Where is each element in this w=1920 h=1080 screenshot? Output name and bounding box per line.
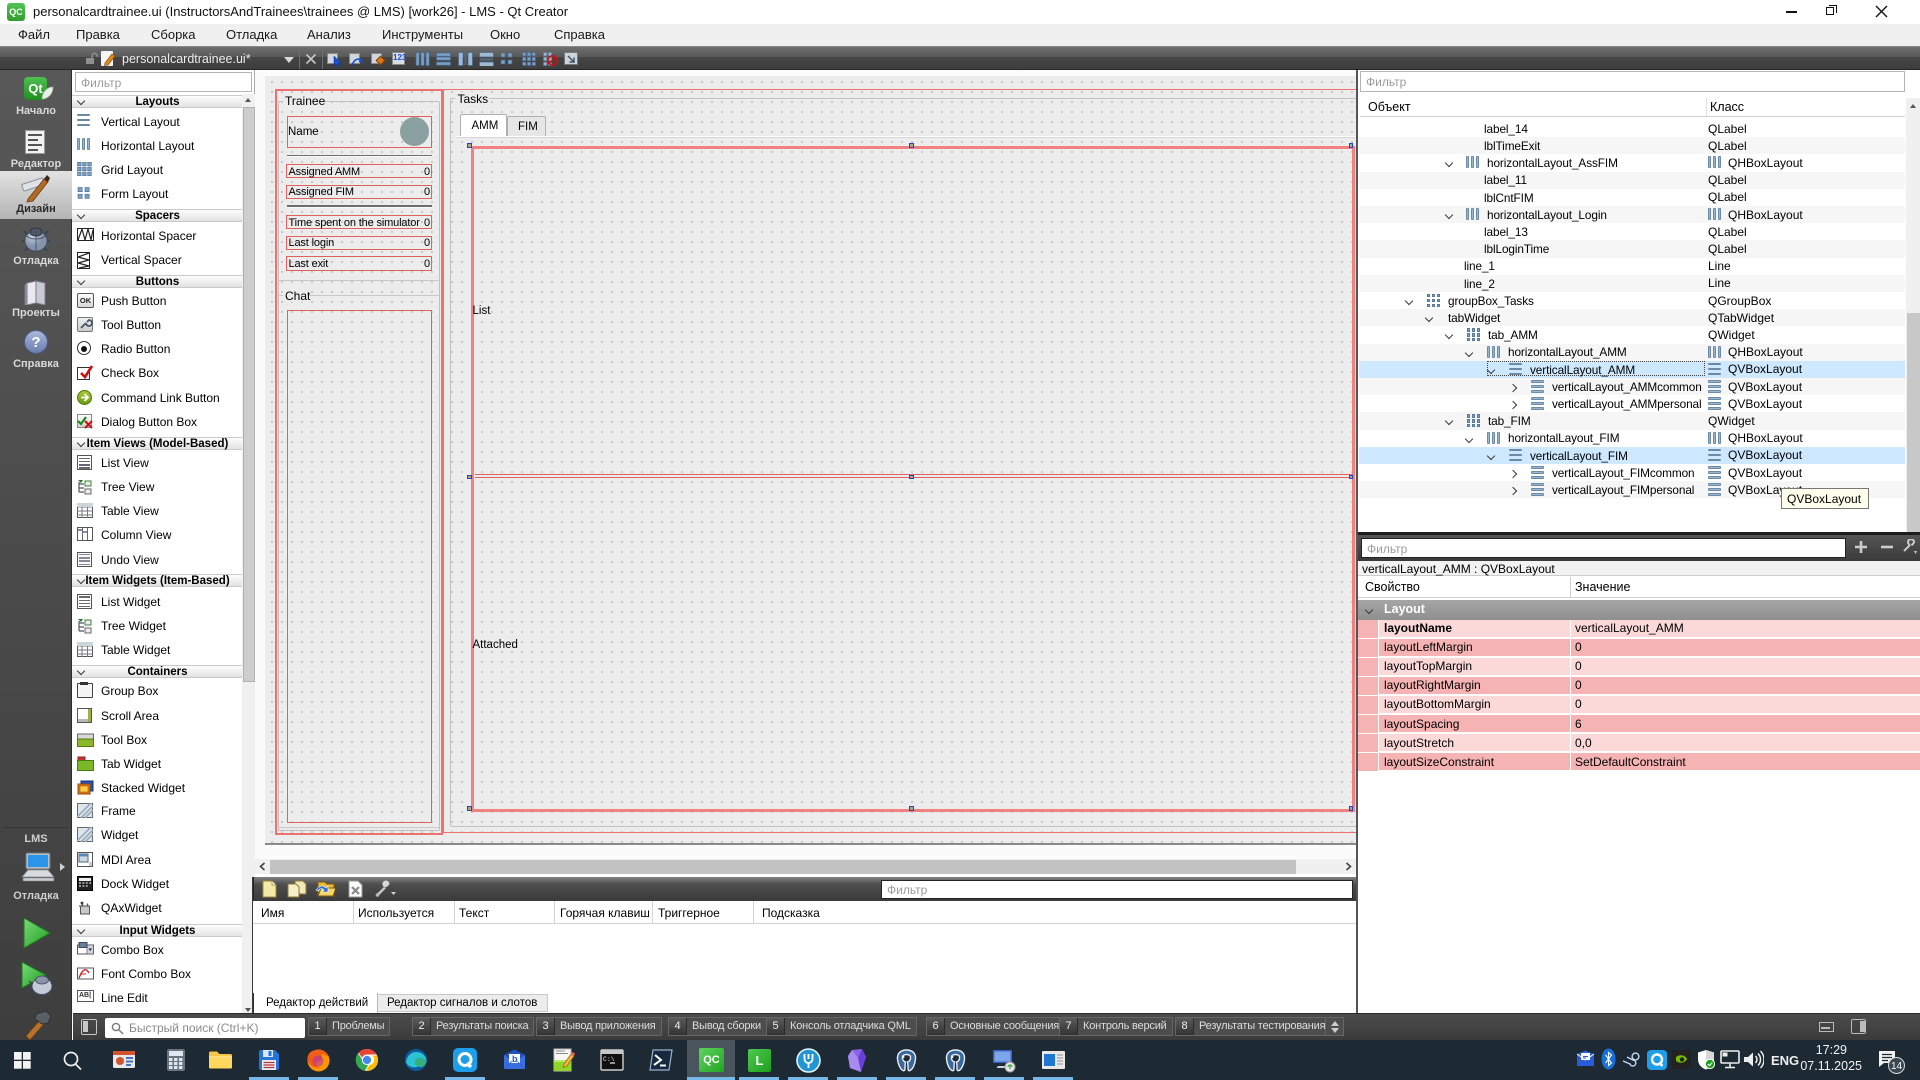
svg-text:C:\: C:\ [603, 1056, 615, 1063]
svg-text:b: b [512, 1054, 518, 1064]
